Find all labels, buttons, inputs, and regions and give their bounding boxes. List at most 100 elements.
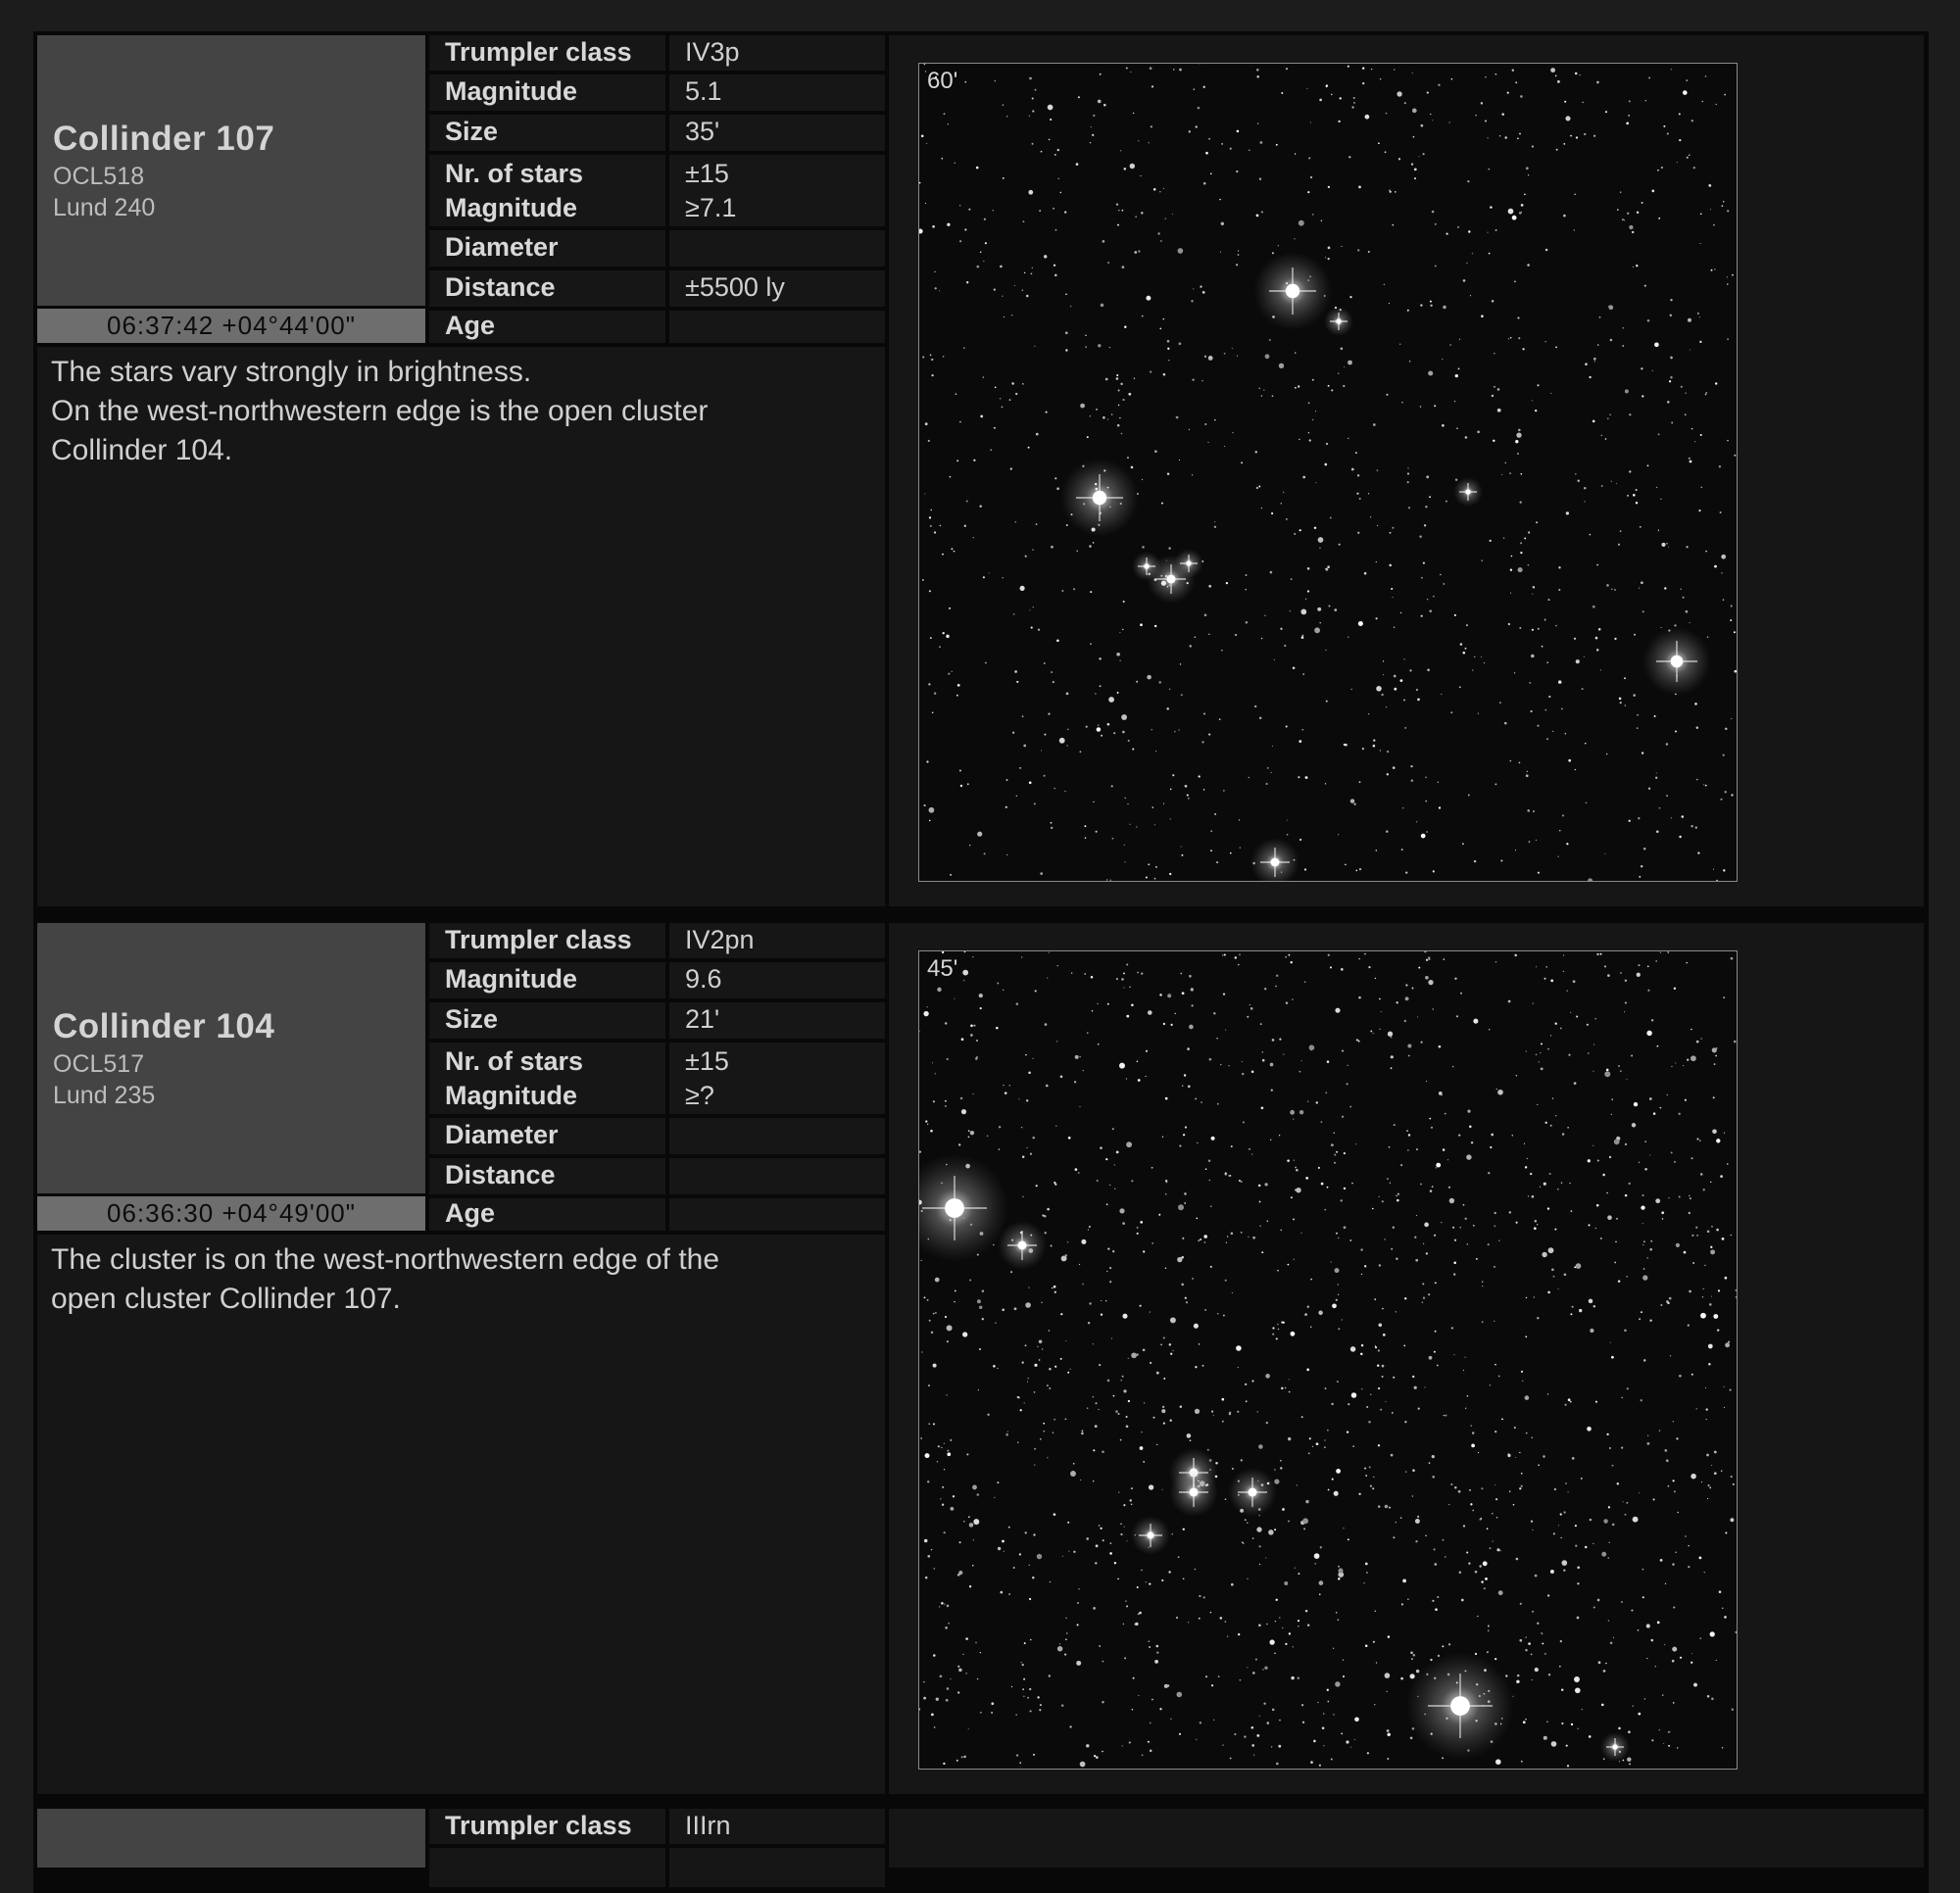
star xyxy=(1527,809,1530,812)
star xyxy=(1278,363,1285,368)
star xyxy=(943,1531,946,1534)
star xyxy=(1198,1343,1200,1345)
star xyxy=(1270,771,1272,774)
star xyxy=(1555,148,1558,151)
star xyxy=(1148,1484,1154,1490)
star xyxy=(1386,1690,1388,1692)
star xyxy=(1547,1247,1554,1254)
star xyxy=(929,637,932,640)
star xyxy=(1179,1405,1183,1408)
star xyxy=(1320,219,1323,222)
star xyxy=(1552,730,1554,733)
star xyxy=(1447,1186,1451,1189)
star xyxy=(1705,1419,1707,1421)
star xyxy=(1657,433,1660,436)
star xyxy=(1714,268,1716,270)
star xyxy=(1589,375,1592,379)
star xyxy=(1288,1390,1291,1393)
star xyxy=(1060,1704,1064,1707)
star xyxy=(1162,1022,1166,1026)
star xyxy=(1627,1757,1632,1762)
star xyxy=(1035,523,1038,525)
star xyxy=(1711,1464,1713,1467)
star xyxy=(1487,1243,1490,1246)
bright-star xyxy=(1285,283,1300,299)
star xyxy=(959,205,961,207)
star xyxy=(1564,100,1567,103)
star xyxy=(1279,1719,1281,1722)
star xyxy=(1119,631,1121,634)
star xyxy=(1619,191,1622,193)
star xyxy=(1721,554,1727,559)
star xyxy=(1558,1665,1561,1668)
star xyxy=(972,956,974,958)
star xyxy=(1367,493,1370,495)
star xyxy=(1330,1261,1332,1263)
star xyxy=(941,1601,944,1605)
star xyxy=(1446,1159,1449,1161)
star xyxy=(1631,230,1635,234)
star xyxy=(1308,157,1311,160)
star xyxy=(926,142,928,144)
star xyxy=(1065,1632,1068,1634)
star xyxy=(1546,661,1548,663)
star xyxy=(1526,1157,1529,1160)
star xyxy=(943,113,946,116)
star xyxy=(1638,817,1641,820)
star xyxy=(1170,1023,1173,1026)
star xyxy=(1592,419,1595,423)
star xyxy=(1266,767,1269,769)
star xyxy=(938,1606,941,1608)
star xyxy=(928,590,931,593)
star xyxy=(1065,1617,1067,1620)
star xyxy=(1332,1647,1335,1649)
star xyxy=(1431,1186,1434,1188)
star xyxy=(1313,526,1317,530)
star xyxy=(1689,1194,1690,1197)
bright-star xyxy=(1450,1696,1470,1716)
star xyxy=(1368,713,1370,715)
star xyxy=(1198,1239,1200,1242)
star xyxy=(1130,1487,1133,1490)
star xyxy=(1168,1571,1171,1574)
star xyxy=(1399,611,1402,614)
star xyxy=(1547,1673,1551,1676)
star xyxy=(1148,863,1151,866)
star xyxy=(1216,1102,1219,1105)
star xyxy=(962,1332,968,1337)
star xyxy=(1154,751,1157,752)
star xyxy=(1469,1125,1472,1129)
star xyxy=(1537,627,1540,630)
star xyxy=(981,1318,984,1321)
star xyxy=(1189,1024,1194,1030)
star xyxy=(1307,191,1310,194)
star xyxy=(1042,1348,1044,1350)
star xyxy=(1280,502,1283,505)
star xyxy=(1040,750,1043,752)
star xyxy=(1571,1457,1575,1460)
star xyxy=(1642,1268,1645,1270)
star xyxy=(1066,1241,1069,1243)
star xyxy=(1566,843,1569,846)
star xyxy=(1251,1537,1254,1539)
star xyxy=(1240,1459,1243,1462)
star xyxy=(1411,987,1414,990)
star xyxy=(1708,184,1712,187)
star xyxy=(1441,1093,1444,1096)
star xyxy=(1433,595,1435,598)
star xyxy=(1099,685,1102,688)
star xyxy=(934,287,937,290)
star xyxy=(946,1687,950,1690)
star xyxy=(1002,577,1004,579)
description-line: The stars vary strongly in brightness. xyxy=(51,356,532,388)
star xyxy=(1019,1409,1022,1412)
star xyxy=(970,1024,973,1028)
star xyxy=(1528,1642,1531,1645)
star xyxy=(1111,837,1114,840)
star xyxy=(947,1452,952,1457)
star xyxy=(1284,1386,1287,1389)
star xyxy=(1120,150,1122,152)
star xyxy=(1644,100,1646,102)
star xyxy=(1715,103,1717,106)
star xyxy=(1665,743,1669,746)
